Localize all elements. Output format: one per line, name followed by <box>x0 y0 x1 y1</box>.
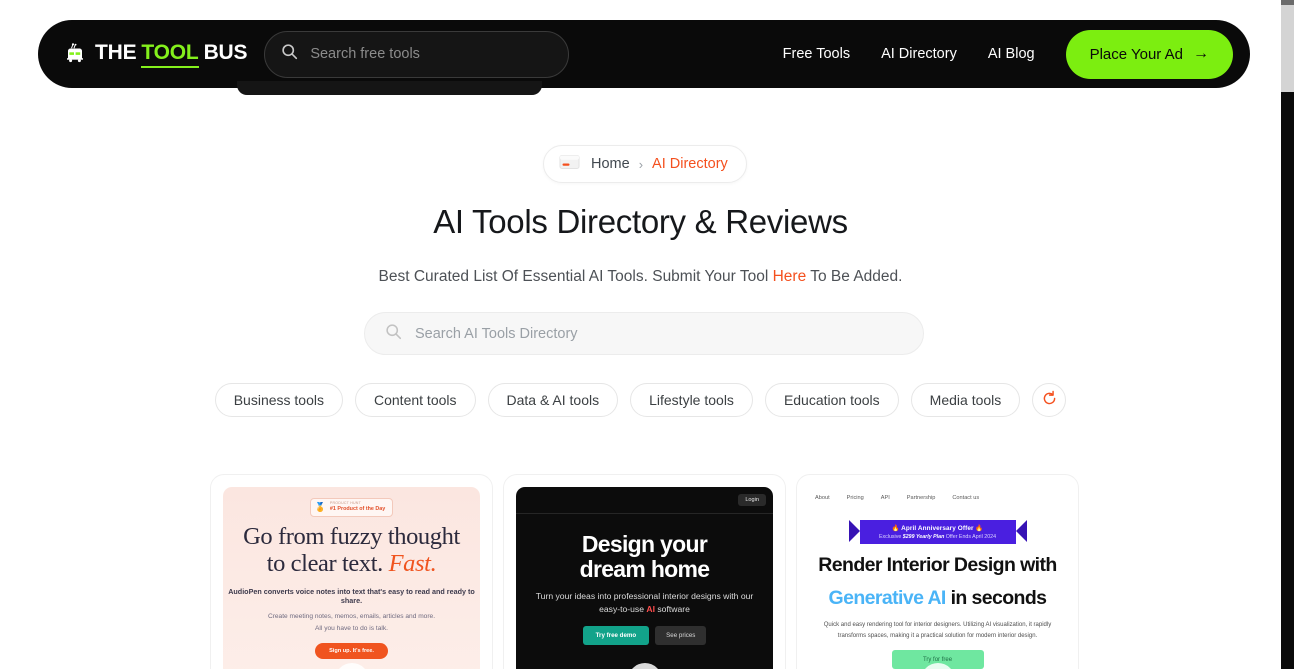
brand-bus: BUS <box>203 40 248 64</box>
card3-headline-line2: Generative AI in seconds <box>809 586 1066 610</box>
vertical-scrollbar[interactable] <box>1281 0 1294 669</box>
page-title: AI Tools Directory & Reviews <box>433 203 848 240</box>
product-hunt-badge: 🏅 PRODUCT HUNT #1 Product of the Day <box>309 498 394 517</box>
place-your-ad-button[interactable]: Place Your Ad → <box>1065 29 1233 79</box>
tool-card[interactable]: 🏅 PRODUCT HUNT #1 Product of the Day Go … <box>210 474 493 669</box>
card3-para-2: transforms spaces, making it a practical… <box>837 632 1038 639</box>
medal-icon: 🏅 <box>314 502 326 512</box>
navbar: THE TOOL BUS Search free tools Free Tool… <box>38 20 1250 88</box>
card3-headline-generative: Generative AI <box>828 586 947 609</box>
search-icon <box>385 323 402 345</box>
card2-headline-line2: dream home <box>579 555 710 582</box>
card1-para-2: All you have to do is talk. <box>315 625 388 633</box>
card1-para-1: Create meeting notes, memos, emails, art… <box>267 612 436 620</box>
nav-links: Free Tools AI Directory AI Blog Place Yo… <box>783 29 1250 79</box>
card3-nav-partnership: Partnership <box>906 495 936 501</box>
bus-icon <box>62 41 88 67</box>
card1-headline-line1: Go from fuzzy thought <box>243 522 460 550</box>
nav-item-ai-directory[interactable]: AI Directory <box>881 46 957 62</box>
nav-item-ai-blog[interactable]: AI Blog <box>988 46 1035 62</box>
card1-headline-accent: Fast. <box>388 550 437 578</box>
scrollbar-thumb[interactable] <box>1281 92 1294 669</box>
card3-nav-about: About <box>815 495 830 501</box>
site-header: THE TOOL BUS Search free tools Free Tool… <box>0 0 1281 96</box>
cta-label: Place Your Ad <box>1089 45 1183 63</box>
chip-content-tools[interactable]: Content tools <box>355 383 476 417</box>
chip-data-ai-tools[interactable]: Data & AI tools <box>487 383 619 417</box>
search-placeholder: Search AI Tools Directory <box>415 325 578 342</box>
card1-para-bold: AudioPen converts voice notes into text … <box>228 586 475 605</box>
card2-secondary-button: See prices <box>655 626 707 646</box>
header-search-dropdown[interactable] <box>237 81 542 95</box>
tool-card[interactable]: Login Design your dream home Turn your i… <box>503 474 786 669</box>
card2-para-after: software <box>655 603 690 614</box>
breadcrumb-current: AI Directory <box>652 156 728 172</box>
chip-media-tools[interactable]: Media tools <box>910 383 1021 417</box>
card3-headline-seconds: in seconds <box>945 586 1047 609</box>
brand-logo[interactable]: THE TOOL BUS <box>62 40 248 68</box>
card2-topbar: Login <box>516 487 773 514</box>
header-search-input[interactable]: Search free tools <box>264 30 570 78</box>
card3-para-1: Quick and easy rendering tool for interi… <box>823 621 1052 628</box>
card2-login-button: Login <box>738 494 766 506</box>
chip-education-tools[interactable]: Education tools <box>764 383 899 417</box>
submit-tool-link[interactable]: Here <box>773 268 807 285</box>
chevron-right-icon: › <box>638 156 644 172</box>
brand-text: THE TOOL BUS <box>95 40 248 68</box>
play-icon[interactable] <box>627 663 662 669</box>
filter-chips: Business tools Content tools Data & AI t… <box>0 383 1281 417</box>
play-icon[interactable] <box>334 663 369 669</box>
card3-nav: About Pricing API Partnership Contact us <box>809 487 1066 501</box>
card1-headline: Go from fuzzy thought to clear text. Fas… <box>223 523 480 578</box>
subtitle-after: To Be Added. <box>806 268 903 285</box>
card3-banner-sub-before: Exclusive <box>878 534 903 540</box>
chip-business-tools[interactable]: Business tools <box>214 383 343 417</box>
tool-card-thumbnail: 🏅 PRODUCT HUNT #1 Product of the Day Go … <box>223 487 480 669</box>
reset-filters-button[interactable] <box>1032 383 1067 417</box>
card1-cta: Sign up. It's free. <box>315 643 388 660</box>
card1-headline-line2: to clear text. <box>266 550 384 578</box>
card2-headline-line1: Design your <box>581 531 708 557</box>
tool-card-thumbnail: About Pricing API Partnership Contact us… <box>809 487 1066 669</box>
brand-the: THE <box>95 40 137 64</box>
card3-banner-sub-after: Offer Ends April 2024 <box>944 534 997 540</box>
chip-lifestyle-tools[interactable]: Lifestyle tools <box>630 383 753 417</box>
search-icon <box>281 43 298 65</box>
breadcrumb: Home › AI Directory <box>543 145 747 183</box>
card2-primary-button: Try free demo <box>582 626 650 646</box>
card2-para-accent: AI <box>646 603 655 614</box>
nav-item-free-tools[interactable]: Free Tools <box>783 46 850 62</box>
page-root: THE TOOL BUS Search free tools Free Tool… <box>0 0 1294 669</box>
card3-headline-line1: Render Interior Design with <box>818 554 1057 576</box>
card3-banner-sub: Exclusive $299 Yearly Plan Offer Ends Ap… <box>876 534 1000 540</box>
tool-card-grid: 🏅 PRODUCT HUNT #1 Product of the Day Go … <box>210 474 1080 669</box>
card3-banner-sub-bold: $299 Yearly Plan <box>902 534 945 540</box>
card2-para-before: Turn your ideas into professional interi… <box>535 591 754 614</box>
badge-main-text: #1 Product of the Day <box>329 506 386 513</box>
card3-nav-pricing: Pricing <box>846 495 864 501</box>
breadcrumb-home[interactable]: Home <box>591 156 630 172</box>
header-search-placeholder: Search free tools <box>310 46 420 62</box>
page-subtitle: Best Curated List Of Essential AI Tools.… <box>0 268 1281 286</box>
subtitle-before: Best Curated List Of Essential AI Tools.… <box>378 268 773 285</box>
card3-nav-contact: Contact us <box>952 495 980 501</box>
reset-icon <box>1041 390 1058 410</box>
home-card-icon <box>558 152 582 177</box>
card3-offer-banner: 🔥 April Anniversary Offer 🔥 Exclusive $2… <box>848 520 1027 544</box>
brand-tool: TOOL <box>141 41 199 68</box>
card2-para: Turn your ideas into professional interi… <box>516 590 773 615</box>
arrow-right-icon: → <box>1193 45 1209 62</box>
tool-card[interactable]: About Pricing API Partnership Contact us… <box>796 474 1079 669</box>
search-input[interactable]: Search AI Tools Directory <box>364 312 924 355</box>
card3-banner-title: 🔥 April Anniversary Offer 🔥 <box>891 525 984 532</box>
scrollbar-corner <box>1281 0 1294 5</box>
tool-card-thumbnail: Login Design your dream home Turn your i… <box>516 487 773 669</box>
card3-nav-api: API <box>880 495 890 501</box>
